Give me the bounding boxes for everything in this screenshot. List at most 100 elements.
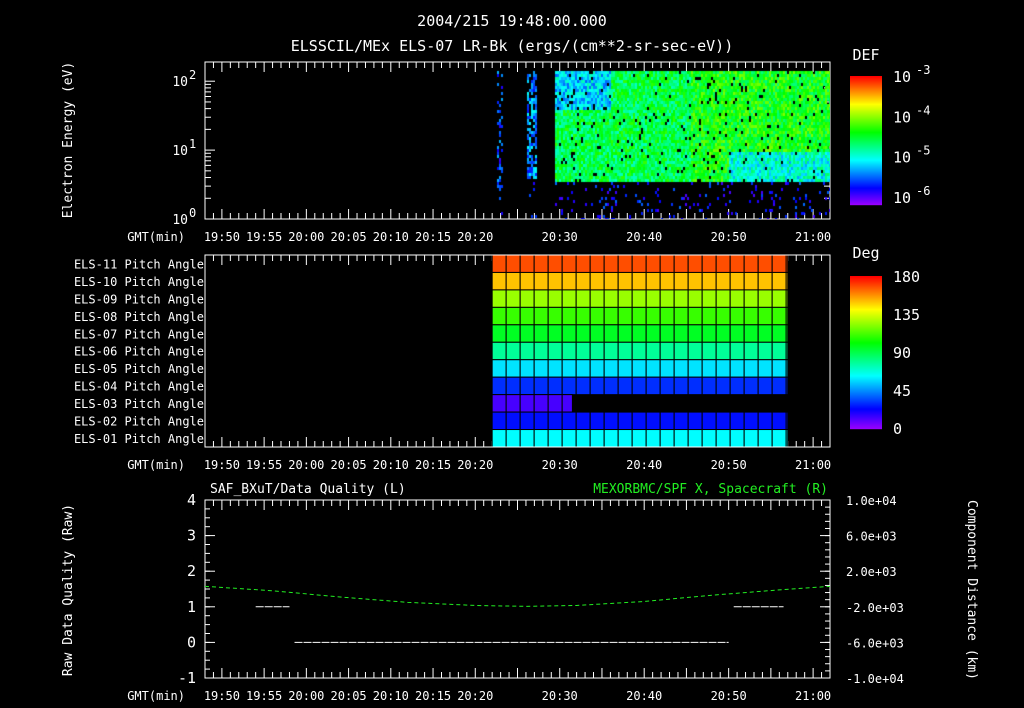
- pitch-cell: [519, 394, 535, 413]
- pitch-cell: [603, 341, 619, 361]
- pitch-cell: [715, 341, 731, 361]
- energy-tick-exp: 0: [189, 206, 196, 220]
- pitch-cell: [603, 306, 619, 326]
- time-tick-label: 19:55: [246, 458, 282, 472]
- pitch-cell: [785, 306, 789, 326]
- quality-frame: [204, 499, 831, 679]
- time-tick-label: 20:20: [457, 230, 493, 244]
- pitch-cell: [785, 289, 789, 308]
- pitch-cell: [575, 289, 591, 308]
- pitch-cell: [645, 376, 661, 396]
- time-tick-label: 20:00: [288, 458, 324, 472]
- pitch-cell: [533, 254, 549, 273]
- pitch-cell: [589, 324, 605, 343]
- pitch-cell: [729, 411, 745, 431]
- pitch-cell: [645, 411, 661, 431]
- pitch-cell: [547, 306, 563, 326]
- pitch-cell: [729, 289, 745, 308]
- pitch-cell: [589, 289, 605, 308]
- time-tick-label: 20:30: [542, 689, 578, 703]
- pitch-cell: [687, 324, 703, 343]
- pitch-cell: [715, 429, 731, 448]
- pitch-cell: [631, 306, 647, 326]
- pitch-cell: [659, 306, 675, 326]
- pitch-cell: [575, 376, 591, 396]
- pitch-cell: [701, 376, 717, 396]
- pitch-row-label: ELS-02 Pitch Angle: [74, 415, 204, 429]
- quality-tick-label: 4: [187, 491, 196, 509]
- pitch-cell: [785, 411, 789, 431]
- pitch-cell: [519, 359, 535, 378]
- pitch-cell: [757, 411, 773, 431]
- deg-colorbar-label: 180: [893, 268, 920, 286]
- pitch-cell: [505, 376, 521, 396]
- deg-colorbar-label: 135: [893, 306, 920, 324]
- energy-axis-label: Electron Energy (eV): [61, 62, 76, 219]
- pitch-cell: [491, 341, 507, 361]
- distance-axis-label: Component Distance (km): [964, 500, 979, 680]
- pitch-row-label: ELS-05 Pitch Angle: [74, 362, 204, 376]
- pitch-cell: [715, 306, 731, 326]
- distance-tick-label: 2.0e+03: [846, 565, 897, 579]
- pitch-cell: [505, 359, 521, 378]
- pitch-cell: [561, 271, 577, 291]
- pitch-cell: [589, 429, 605, 448]
- pitch-cell: [743, 306, 759, 326]
- pitch-cell: [533, 429, 549, 448]
- pitch-cell: [673, 254, 689, 273]
- pitch-cell: [505, 411, 521, 431]
- pitch-cell: [617, 306, 633, 326]
- pitch-cell: [659, 341, 675, 361]
- pitch-cell: [659, 271, 675, 291]
- pitch-cell: [701, 289, 717, 308]
- pitch-cell: [659, 411, 675, 431]
- pitch-cell: [757, 289, 773, 308]
- pitch-cell: [561, 341, 577, 361]
- pitch-cell: [645, 306, 661, 326]
- pitch-cell: [771, 306, 787, 326]
- time-tick-label: 20:40: [626, 230, 662, 244]
- time-tick-label: 20:05: [331, 230, 367, 244]
- pitch-cell: [547, 341, 563, 361]
- pitch-cell: [575, 254, 591, 273]
- pitch-row-label: ELS-07 Pitch Angle: [74, 327, 204, 341]
- pitch-cell: [617, 376, 633, 396]
- pitch-cell: [617, 359, 633, 378]
- deg-colorbar-label: 45: [893, 382, 911, 400]
- pitch-cell: [631, 429, 647, 448]
- time-tick-label: 20:20: [457, 689, 493, 703]
- time-tick-label: 20:10: [373, 458, 409, 472]
- pitch-cell: [701, 411, 717, 431]
- pitch-cell: [533, 271, 549, 291]
- pitch-cell: [673, 306, 689, 326]
- pitch-cell: [659, 429, 675, 448]
- pitch-cell: [771, 271, 787, 291]
- pitch-cell: [771, 289, 787, 308]
- deg-colorbar-label: 0: [893, 420, 902, 438]
- pitch-cell: [603, 429, 619, 448]
- time-tick-label: 20:15: [415, 230, 451, 244]
- time-tick-label: 20:15: [415, 689, 451, 703]
- pitch-cell: [519, 289, 535, 308]
- pitch-cell: [505, 394, 521, 413]
- def-colorbar-label: 10: [893, 189, 911, 207]
- distance-tick-label: -2.0e+03: [846, 601, 904, 615]
- pitch-cell: [729, 429, 745, 448]
- energy-spectrogram: [205, 62, 830, 219]
- def-colorbar-title: DEF: [852, 46, 879, 64]
- pitch-cell: [547, 254, 563, 273]
- pitch-cell: [701, 254, 717, 273]
- time-tick-label: 19:50: [204, 689, 240, 703]
- pitch-cell: [771, 341, 787, 361]
- pitch-cell: [673, 429, 689, 448]
- pitch-cell: [491, 254, 507, 273]
- time-axis-label: GMT(min): [127, 458, 185, 472]
- pitch-cell: [491, 411, 507, 431]
- pitch-cell: [771, 411, 787, 431]
- pitch-cell: [589, 376, 605, 396]
- pitch-cell: [533, 376, 549, 396]
- pitch-cell: [659, 359, 675, 378]
- pitch-cell: [575, 306, 591, 326]
- pitch-cell: [757, 376, 773, 396]
- pitch-cell: [533, 359, 549, 378]
